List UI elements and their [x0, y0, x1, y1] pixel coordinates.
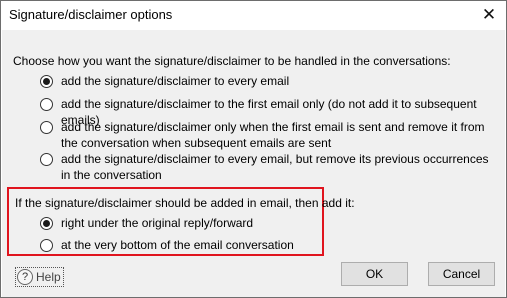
cancel-button[interactable]: Cancel [428, 262, 495, 286]
dialog-body: Choose how you want the signature/discla… [2, 30, 505, 297]
close-icon[interactable]: ✕ [472, 1, 506, 29]
option-label: add the signature/disclaimer only when t… [61, 120, 485, 150]
radio-first-email-remove-later[interactable] [40, 121, 53, 134]
window-title: Signature/disclaimer options [9, 7, 173, 22]
option-label: right under the original reply/forward [61, 216, 254, 230]
radio-bottom-of-conversation[interactable] [40, 239, 53, 252]
handling-prompt: Choose how you want the signature/discla… [13, 54, 451, 68]
radio-every-email[interactable] [40, 75, 53, 88]
option-every-email-remove-previous[interactable]: add the signature/disclaimer to every em… [40, 151, 490, 183]
placement-prompt: If the signature/disclaimer should be ad… [15, 196, 355, 210]
question-circle-icon: ? [17, 269, 33, 285]
radio-every-email-remove-previous[interactable] [40, 153, 53, 166]
option-every-email[interactable]: add the signature/disclaimer to every em… [40, 73, 490, 89]
option-bottom-of-conversation[interactable]: at the very bottom of the email conversa… [40, 237, 490, 253]
radio-under-reply[interactable] [40, 217, 53, 230]
option-label: at the very bottom of the email conversa… [61, 238, 294, 252]
option-label: add the signature/disclaimer to every em… [61, 152, 489, 182]
option-first-email-remove-later[interactable]: add the signature/disclaimer only when t… [40, 119, 490, 151]
signature-options-dialog: Signature/disclaimer options ✕ Choose ho… [0, 0, 507, 298]
option-label: add the signature/disclaimer to every em… [61, 74, 290, 88]
ok-button[interactable]: OK [341, 262, 408, 286]
radio-first-email-only[interactable] [40, 98, 53, 111]
help-button[interactable]: ? Help [15, 267, 64, 287]
help-label: Help [36, 270, 61, 284]
option-under-reply[interactable]: right under the original reply/forward [40, 215, 490, 231]
title-bar: Signature/disclaimer options ✕ [1, 1, 506, 29]
